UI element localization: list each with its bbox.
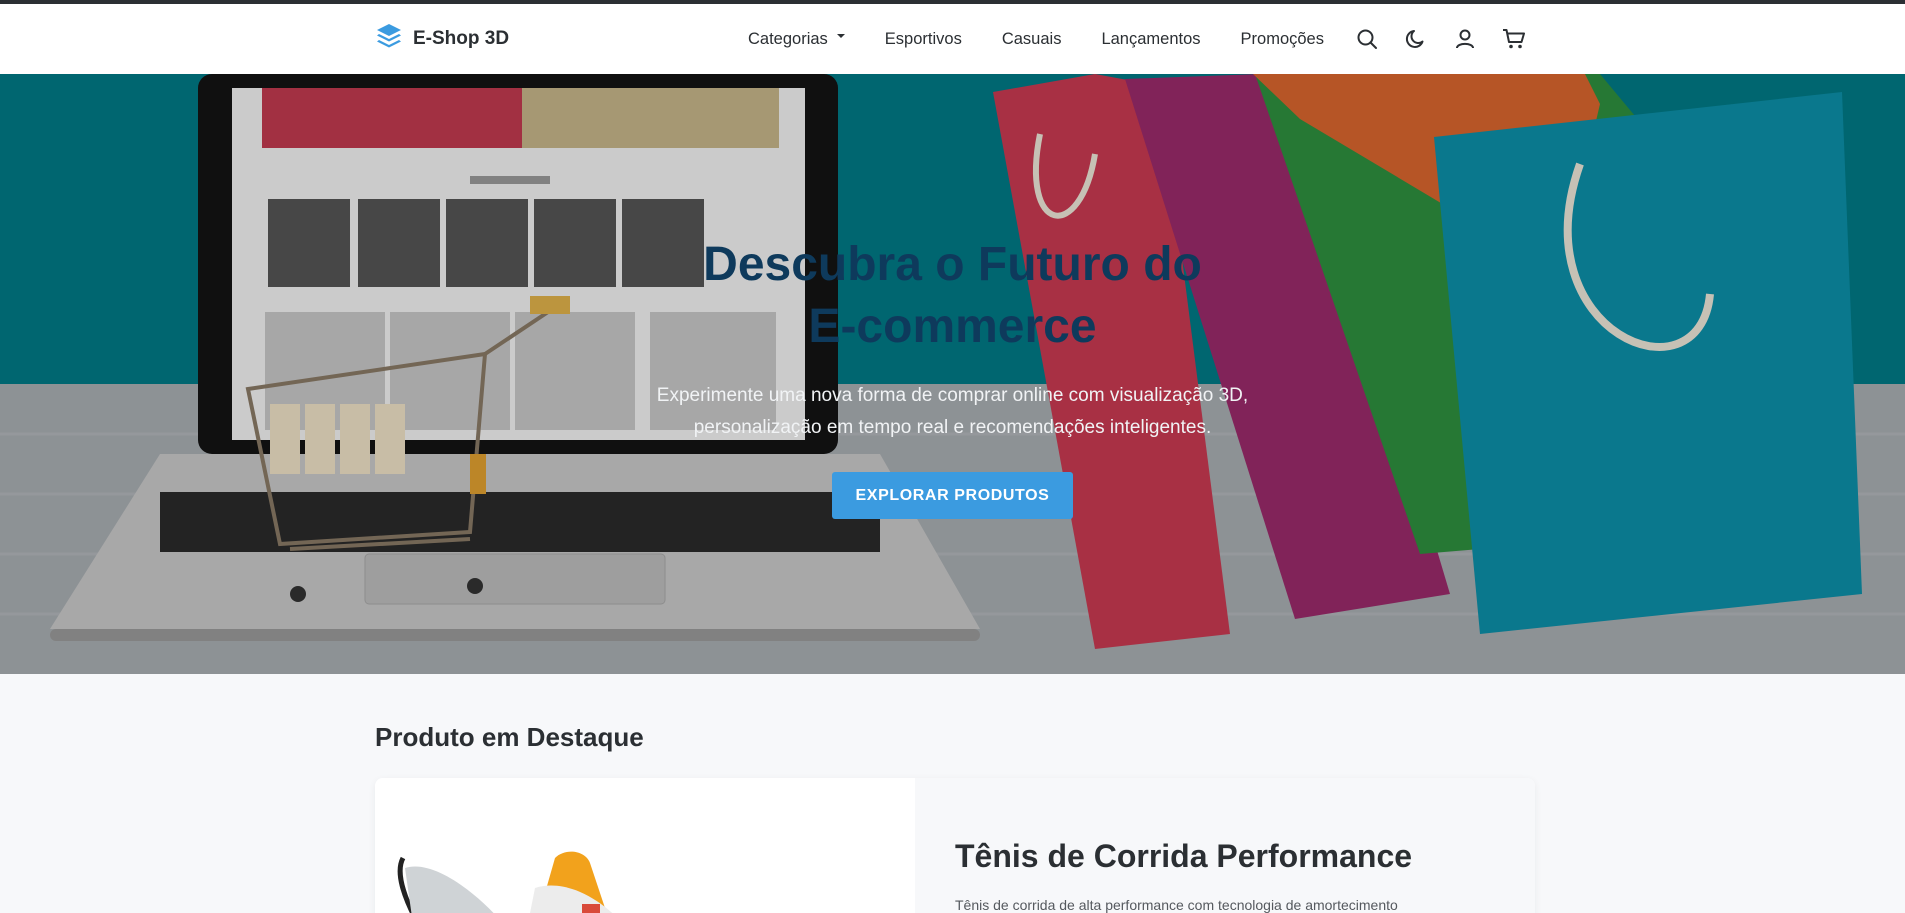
section-title: Produto em Destaque: [375, 722, 644, 752]
search-icon[interactable]: [1354, 27, 1379, 52]
layers-icon: [375, 22, 403, 55]
product-image: [375, 778, 915, 913]
nav-casuais[interactable]: Casuais: [1002, 30, 1062, 49]
nav-promocoes[interactable]: Promoções: [1241, 30, 1324, 49]
nav-categorias[interactable]: Categorias: [748, 30, 845, 49]
navbar: E-Shop 3D Categorias Esportivos Casuais …: [0, 4, 1905, 74]
hero-subtitle: Experimente uma nova forma de comprar on…: [656, 385, 1249, 438]
nav-esportivos[interactable]: Esportivos: [885, 30, 962, 49]
cart-icon[interactable]: [1501, 27, 1526, 52]
brand-name: E-Shop 3D: [413, 27, 510, 49]
nav-lancamentos[interactable]: Lançamentos: [1101, 30, 1200, 49]
product-name: Tênis de Corrida Performance: [955, 838, 1413, 874]
featured-product-card[interactable]: Tênis de Corrida Performance Tênis de co…: [375, 778, 1535, 913]
hero-title: Descubra o Futuro do E-commerce: [703, 238, 1202, 353]
product-info: Tênis de Corrida Performance Tênis de co…: [915, 778, 1535, 913]
brand-link[interactable]: E-Shop 3D: [375, 22, 509, 55]
main-nav: Categorias Esportivos Casuais Lançamento…: [748, 4, 1364, 74]
user-icon[interactable]: [1452, 27, 1477, 52]
nav-actions: [1354, 4, 1526, 74]
product-description: Tênis de corrida de alta performance com…: [955, 897, 1398, 913]
hero-banner: Descubra o Futuro do E-commerce Experime…: [0, 74, 1905, 674]
caret-down-icon: [836, 34, 845, 38]
hero-content: Descubra o Futuro do E-commerce Experime…: [0, 234, 1905, 519]
explore-products-button[interactable]: EXPLORAR PRODUTOS: [831, 472, 1074, 519]
moon-icon[interactable]: [1403, 27, 1428, 52]
nav-categorias-label: Categorias: [748, 29, 828, 48]
